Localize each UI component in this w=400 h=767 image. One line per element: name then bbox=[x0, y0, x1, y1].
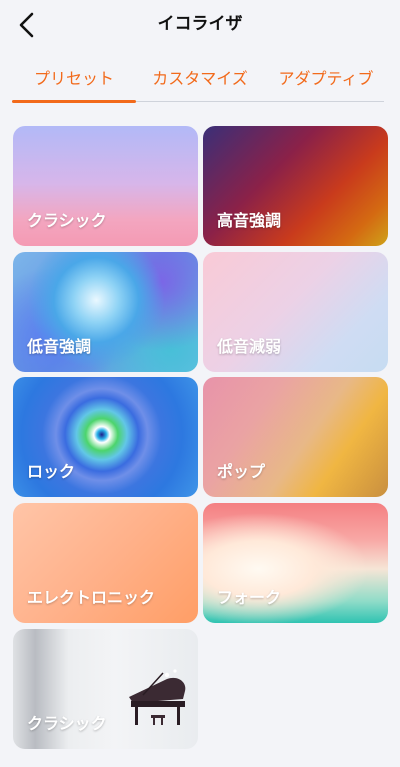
preset-label: フォーク bbox=[217, 588, 282, 607]
preset-label: クラシック bbox=[27, 211, 107, 230]
preset-card-classic[interactable]: クラシック bbox=[13, 126, 198, 246]
preset-label: ロック bbox=[27, 462, 76, 481]
preset-card-electronic[interactable]: エレクトロニック bbox=[13, 503, 198, 623]
grand-piano-image bbox=[129, 669, 186, 725]
preset-label: 低音減弱 bbox=[217, 337, 282, 356]
header: イコライザ bbox=[0, 0, 400, 50]
page-title: イコライザ bbox=[157, 14, 243, 34]
preset-card-treble-boost[interactable]: 高音強調 bbox=[203, 126, 388, 246]
preset-card-bass-boost[interactable]: 低音強調 bbox=[13, 252, 198, 372]
preset-card-classic-piano[interactable]: クラシック bbox=[13, 629, 198, 749]
preset-label: ポップ bbox=[217, 462, 266, 481]
preset-card-rock[interactable]: ロック bbox=[13, 377, 198, 497]
tab-adaptive[interactable]: アダプティブ bbox=[268, 60, 384, 98]
tab-presets[interactable]: プリセット bbox=[12, 60, 136, 98]
preset-label: クラシック bbox=[27, 714, 107, 733]
preset-label: 高音強調 bbox=[217, 211, 282, 230]
preset-label: 低音強調 bbox=[27, 337, 92, 356]
preset-card-folk[interactable]: フォーク bbox=[203, 503, 388, 623]
back-button[interactable] bbox=[10, 8, 44, 42]
preset-card-bass-reduce[interactable]: 低音減弱 bbox=[203, 252, 388, 372]
tab-customize[interactable]: カスタマイズ bbox=[140, 60, 260, 98]
tab-active-indicator bbox=[12, 100, 136, 103]
preset-label: エレクトロニック bbox=[27, 588, 156, 607]
back-arrow-icon bbox=[19, 12, 34, 38]
tab-bar: プリセット カスタマイズ アダプティブ bbox=[12, 60, 384, 104]
preset-card-pop[interactable]: ポップ bbox=[203, 377, 388, 497]
